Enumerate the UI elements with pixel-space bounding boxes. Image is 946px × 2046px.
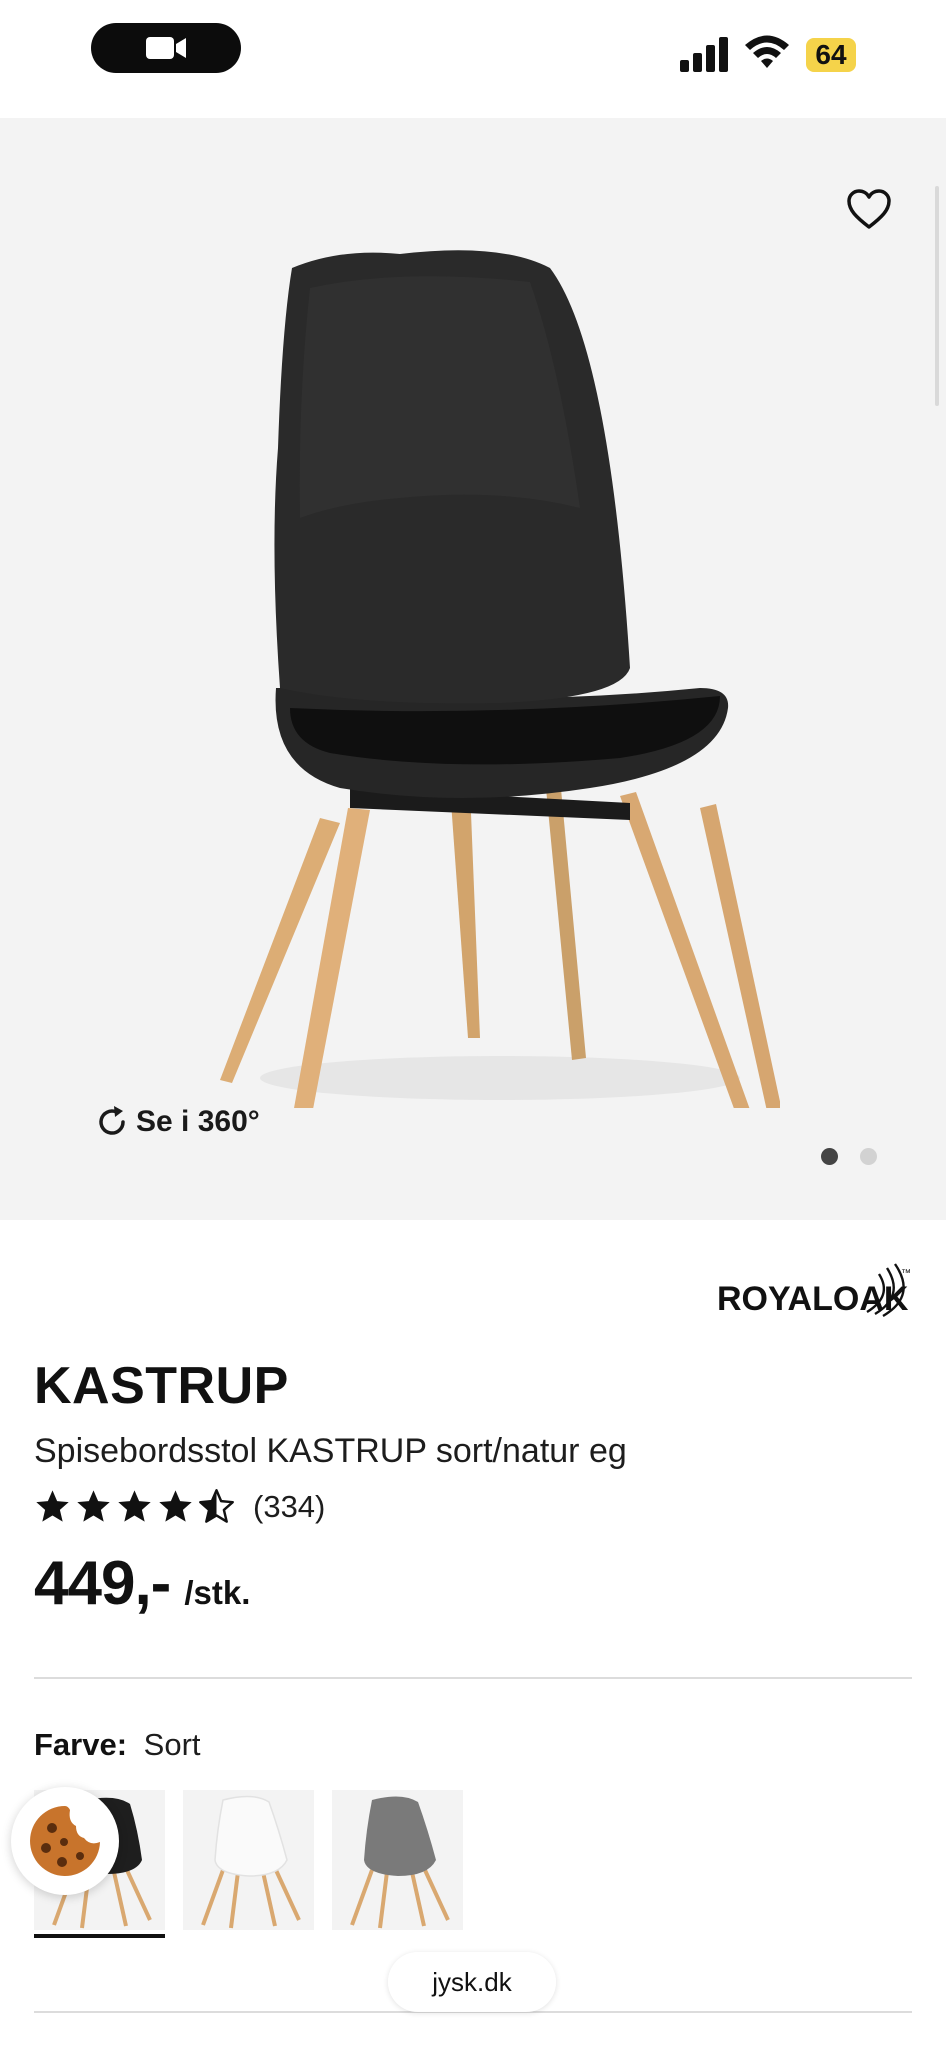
star-full-icon	[159, 1490, 192, 1522]
star-full-icon	[77, 1490, 110, 1522]
star-full-icon	[118, 1490, 151, 1522]
product-description: Spisebordsstol KASTRUP sort/natur eg	[34, 1432, 627, 1470]
color-swatch-grey[interactable]	[332, 1790, 463, 1930]
gallery-scrollbar[interactable]	[935, 186, 939, 406]
color-selector-label: Farve: Sort	[34, 1727, 201, 1763]
rotate-icon	[99, 1106, 125, 1135]
cookie-icon	[30, 1806, 100, 1876]
brand-trademark: ™	[901, 1268, 911, 1279]
status-bar: 64	[0, 0, 946, 118]
product-price: 449,- /stk.	[34, 1548, 250, 1619]
video-camera-icon	[146, 37, 186, 59]
color-label: Farve:	[34, 1727, 128, 1762]
product-rating[interactable]: (334)	[34, 1488, 325, 1525]
section-divider	[34, 1677, 912, 1679]
gallery-dot-2[interactable]	[860, 1148, 877, 1165]
color-value: Sort	[143, 1727, 201, 1762]
star-half-icon	[199, 1489, 234, 1523]
star-full-icon	[36, 1490, 69, 1522]
wifi-icon	[745, 35, 789, 68]
cookie-consent-button[interactable]	[11, 1787, 119, 1895]
gallery-pagination[interactable]	[821, 1148, 877, 1165]
product-image-chair-black	[220, 250, 780, 1108]
heart-outline-icon[interactable]	[846, 188, 892, 230]
price-value: 449,-	[34, 1549, 171, 1618]
view-360-button[interactable]: Se i 360°	[94, 1102, 260, 1142]
screen-recording-indicator[interactable]	[91, 23, 241, 73]
product-image-gallery[interactable]: Se i 360°	[0, 118, 946, 1220]
brand-logo: ROYALOAK ™	[717, 1263, 911, 1318]
browser-url-pill[interactable]: jysk.dk	[388, 1952, 556, 2012]
price-unit: /stk.	[184, 1574, 251, 1611]
view-360-label: Se i 360°	[136, 1105, 260, 1138]
gallery-dot-1[interactable]	[821, 1148, 838, 1165]
battery-indicator: 64	[806, 38, 856, 72]
color-swatch-white[interactable]	[183, 1790, 314, 1930]
rating-count[interactable]: (334)	[253, 1489, 325, 1525]
selected-indicator	[34, 1934, 165, 1938]
product-name: KASTRUP	[34, 1357, 289, 1415]
cellular-signal-icon	[680, 37, 728, 72]
